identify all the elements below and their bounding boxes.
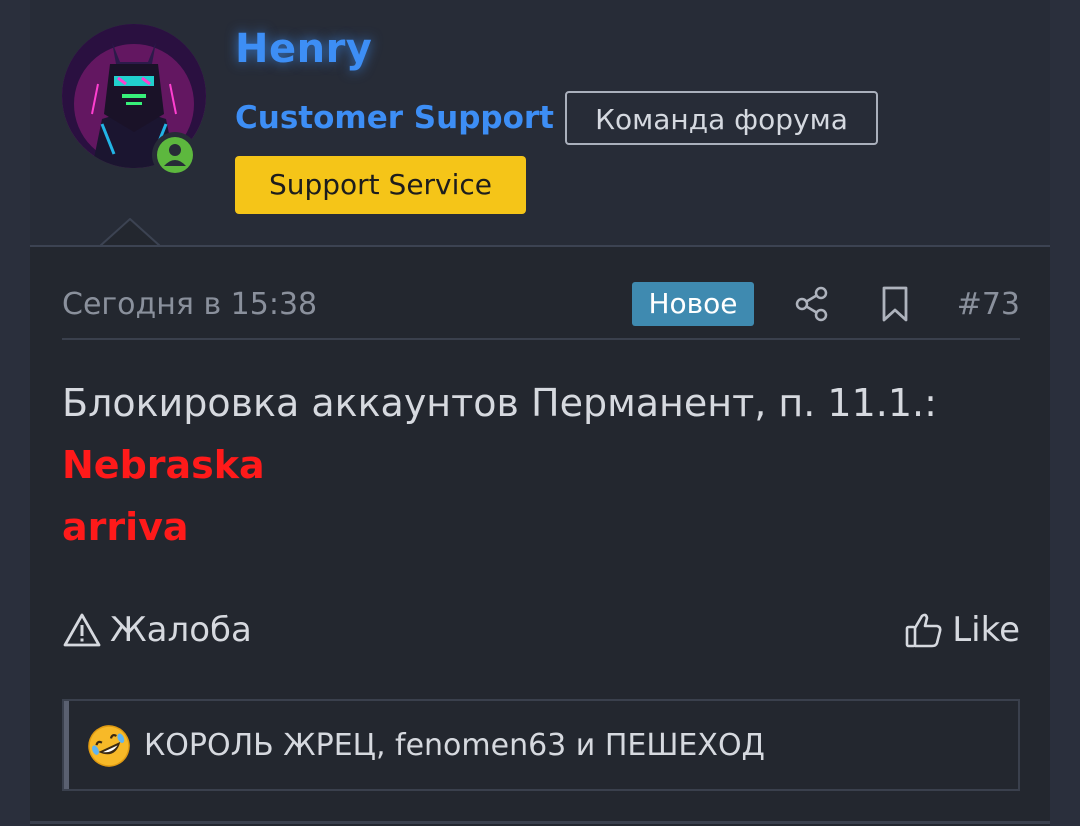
content-text: Блокировка аккаунтов Перманент, п. 11.1.… [62, 381, 937, 425]
message-meta: Сегодня в 15:38 Новое #73 [62, 277, 1020, 337]
post-number[interactable]: #73 [957, 287, 1020, 322]
post-content: Блокировка аккаунтов Перманент, п. 11.1.… [62, 377, 1020, 563]
like-button[interactable]: Like [904, 605, 1020, 655]
online-status-badge [152, 132, 198, 178]
blocked-name: arriva [62, 505, 189, 549]
new-badge: Новое [632, 282, 754, 326]
thumbs-up-icon [905, 613, 942, 648]
user-title: Customer Support [235, 100, 554, 136]
rofl-emoji-icon [88, 725, 130, 767]
post-date[interactable]: Сегодня в 15:38 [62, 287, 317, 322]
message-body: Сегодня в 15:38 Новое #73 Блокировка акк… [30, 247, 1050, 826]
reactions-bar[interactable]: КОРОЛЬ ЖРЕЦ, fenomen63 и ПЕШЕХОД [62, 699, 1020, 791]
reactions-accent [64, 701, 69, 789]
warning-icon [63, 613, 101, 647]
blocked-name: Nebraska [62, 443, 265, 487]
report-button[interactable]: Жалоба [62, 605, 252, 655]
meta-divider [62, 338, 1020, 340]
like-label: Like [952, 610, 1020, 650]
team-badge: Команда форума [565, 91, 878, 145]
role-badge: Support Service [235, 156, 526, 214]
bottom-divider [30, 821, 1050, 824]
user-header: Henry Customer Support Команда форума Su… [30, 0, 1050, 248]
share-icon[interactable] [794, 285, 830, 323]
username[interactable]: Henry [235, 26, 372, 72]
report-label: Жалоба [110, 610, 252, 650]
forum-post: Henry Customer Support Команда форума Su… [30, 0, 1050, 826]
forum-page: Henry Customer Support Команда форума Su… [0, 0, 1080, 826]
bookmark-icon[interactable] [880, 285, 910, 323]
online-user-icon [164, 144, 186, 166]
reactions-users[interactable]: КОРОЛЬ ЖРЕЦ, fenomen63 и ПЕШЕХОД [144, 723, 765, 769]
message-pointer [100, 218, 160, 248]
post-actions: Жалоба Like [62, 605, 1020, 655]
